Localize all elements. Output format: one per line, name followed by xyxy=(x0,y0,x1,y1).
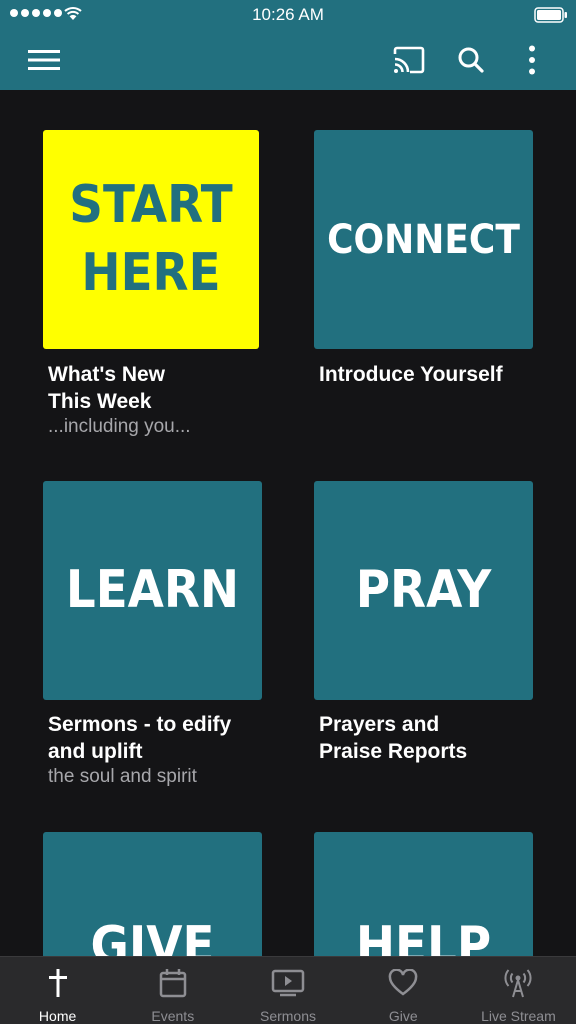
tile-learn[interactable]: LEARN xyxy=(43,481,262,700)
search-button[interactable] xyxy=(453,42,489,78)
nav-events[interactable]: Events xyxy=(115,957,230,1024)
cast-button[interactable] xyxy=(391,42,427,78)
menu-button[interactable] xyxy=(26,42,62,78)
tile-start-line1: START xyxy=(69,174,233,235)
tile-learn-label: LEARN xyxy=(65,559,240,620)
nav-sermons[interactable]: Sermons xyxy=(230,957,345,1024)
play-screen-icon xyxy=(271,969,305,997)
tile-pray-label: PRAY xyxy=(355,559,492,620)
more-vertical-icon xyxy=(529,45,535,75)
heart-icon xyxy=(388,969,418,996)
nav-home[interactable]: Home xyxy=(0,957,115,1024)
nav-sermons-label: Sermons xyxy=(259,1008,317,1024)
nav-give-label: Give xyxy=(388,1008,418,1024)
tile-connect-caption[interactable]: Introduce Yourself xyxy=(319,361,503,388)
nav-events-label: Events xyxy=(151,1008,195,1024)
tile-start-here[interactable]: START HERE xyxy=(43,130,259,349)
tile-learn-caption[interactable]: Sermons - to edify and uplift xyxy=(48,711,231,765)
tile-start-caption[interactable]: What's New This Week xyxy=(48,361,165,415)
nav-home-label: Home xyxy=(38,1008,77,1024)
nav-live-stream[interactable]: Live Stream xyxy=(461,957,576,1024)
tile-start-line2: HERE xyxy=(81,242,221,303)
tile-connect[interactable]: CONNECT xyxy=(314,130,533,349)
app-header: 10:26 AM xyxy=(0,0,576,90)
tile-learn-subtitle: the soul and spirit xyxy=(48,766,197,787)
tile-pray[interactable]: PRAY xyxy=(314,481,533,700)
battery-icon xyxy=(534,7,568,28)
app-screen: 10:26 AM START HERE What's New This Week… xyxy=(0,0,576,1024)
broadcast-icon xyxy=(504,969,532,998)
nav-give[interactable]: Give xyxy=(346,957,461,1024)
menu-icon xyxy=(28,50,60,70)
calendar-icon xyxy=(159,969,187,998)
status-time: 10:26 AM xyxy=(252,5,324,24)
status-bar: 10:26 AM xyxy=(0,0,576,30)
more-options-button[interactable] xyxy=(514,42,550,78)
tile-pray-caption[interactable]: Prayers and Praise Reports xyxy=(319,711,467,765)
search-icon xyxy=(458,47,484,73)
nav-live-stream-label: Live Stream xyxy=(481,1008,556,1024)
cast-icon xyxy=(393,46,425,74)
bottom-nav: Home Events Sermons Give Live Stream xyxy=(0,956,576,1024)
cross-icon xyxy=(48,969,67,997)
tile-start-subtitle: ...including you... xyxy=(48,416,191,437)
tile-connect-label: CONNECT xyxy=(327,216,520,263)
